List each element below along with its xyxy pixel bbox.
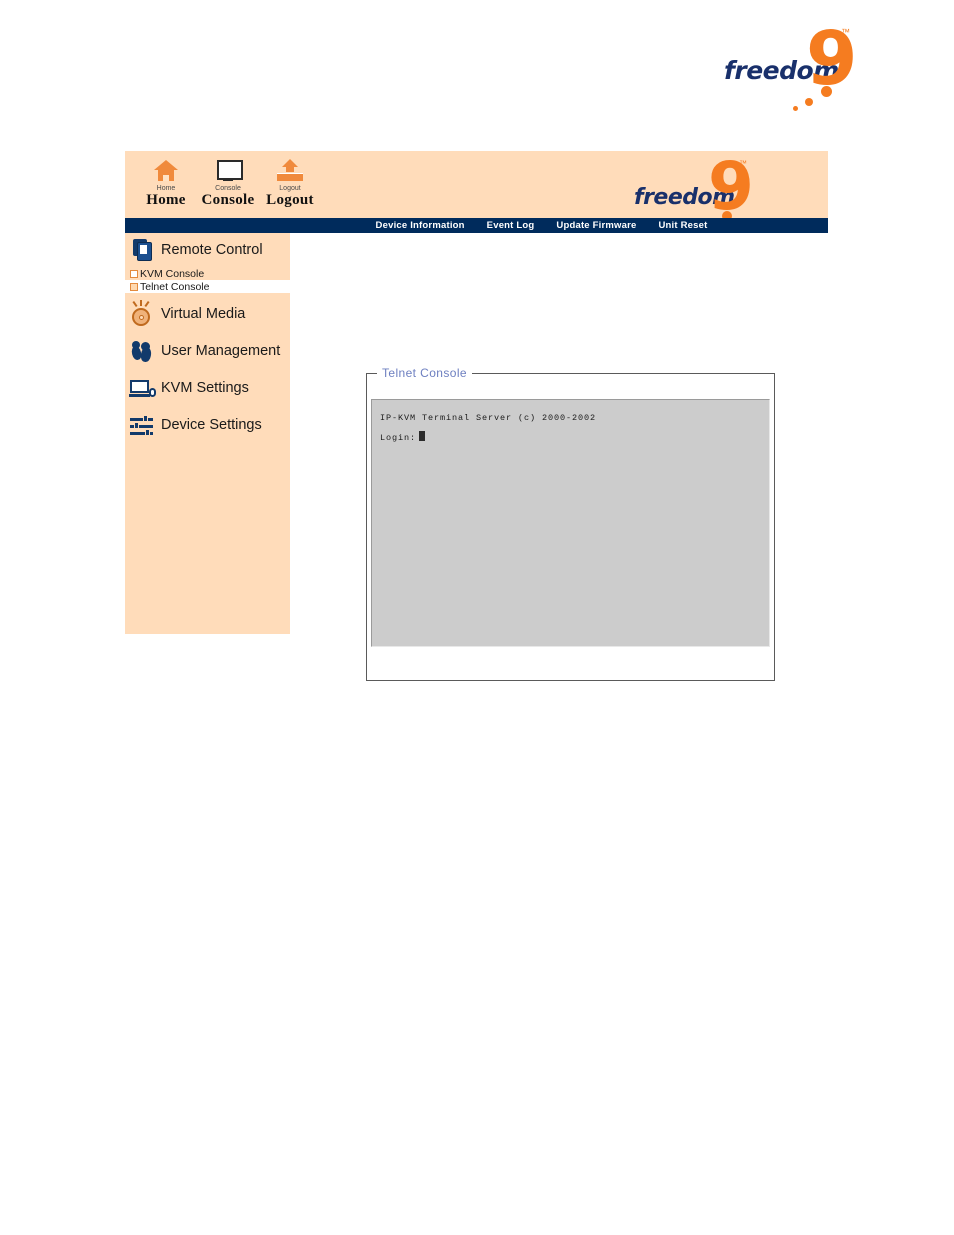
- sidebar-item-device-settings[interactable]: Device Settings: [125, 408, 290, 442]
- menu-item-update-firmware[interactable]: Update Firmware: [556, 220, 636, 231]
- sidebar-sublabel-kvm-console: KVM Console: [140, 267, 205, 280]
- app-brand-logo: freedom 9 ™: [632, 154, 754, 233]
- toolbar: Home Home Console Console Logout Logout: [135, 158, 321, 208]
- content-pane: Telnet Console IP-KVM Terminal Server (c…: [290, 233, 828, 681]
- toolbar-label-logout: Logout: [266, 192, 314, 208]
- toolbar-button-logout[interactable]: Logout Logout: [259, 158, 321, 208]
- brand-dot-small: [793, 106, 798, 111]
- logout-icon: Logout: [259, 158, 321, 192]
- menu-item-unit-reset[interactable]: Unit Reset: [658, 220, 707, 231]
- sidebar-item-virtual-media[interactable]: Virtual Media: [125, 297, 290, 331]
- terminal-prompt-text: Login:: [380, 433, 417, 443]
- brand-dot-large: [821, 86, 832, 97]
- menu-item-event-log[interactable]: Event Log: [487, 220, 535, 231]
- bullet-icon: [130, 282, 138, 291]
- telnet-console-panel: Telnet Console IP-KVM Terminal Server (c…: [366, 366, 775, 681]
- sidebar-item-kvm-settings[interactable]: KVM Settings: [125, 371, 290, 405]
- brand-dot-medium: [805, 98, 813, 106]
- page-brand-logo: freedom 9 ™: [722, 22, 858, 111]
- app-body: Remote Control KVM Console Telnet Consol…: [125, 233, 828, 681]
- toolbar-button-home[interactable]: Home Home: [135, 158, 197, 208]
- terminal-cursor: [419, 431, 426, 441]
- sidebar-item-user-management[interactable]: User Management: [125, 334, 290, 368]
- terminal-banner-line: IP-KVM Terminal Server (c) 2000-2002: [380, 413, 597, 423]
- toolbar-label-home: Home: [146, 192, 186, 208]
- toolbar-label-console: Console: [201, 192, 255, 208]
- sidebar-label-device-settings: Device Settings: [161, 417, 262, 433]
- home-icon-caption: Home: [156, 185, 176, 192]
- virtual-media-icon: [129, 300, 155, 327]
- top-menu-bar: Device Information Event Log Update Firm…: [125, 218, 828, 233]
- kvm-settings-icon: [129, 375, 156, 401]
- sidebar: Remote Control KVM Console Telnet Consol…: [125, 233, 290, 634]
- console-icon: Console: [197, 158, 259, 192]
- home-icon: Home: [135, 158, 197, 192]
- console-icon-caption: Console: [215, 185, 241, 192]
- sidebar-label-virtual-media: Virtual Media: [161, 306, 246, 322]
- sidebar-subitem-telnet-console[interactable]: Telnet Console: [125, 280, 290, 293]
- app-brand-trademark: ™: [739, 159, 747, 168]
- telnet-terminal-output[interactable]: IP-KVM Terminal Server (c) 2000-2002 Log…: [371, 399, 770, 647]
- brand-trademark: ™: [841, 27, 850, 37]
- logout-icon-caption: Logout: [279, 185, 301, 192]
- sidebar-label-user-management: User Management: [161, 343, 281, 359]
- application-window: Home Home Console Console Logout Logout …: [125, 151, 828, 681]
- app-header: Home Home Console Console Logout Logout …: [125, 151, 828, 233]
- sidebar-label-remote-control: Remote Control: [161, 242, 263, 258]
- panel-title: Telnet Console: [377, 366, 472, 380]
- sidebar-sublabel-telnet-console: Telnet Console: [140, 280, 210, 293]
- toolbar-button-console[interactable]: Console Console: [197, 158, 259, 208]
- sidebar-label-kvm-settings: KVM Settings: [161, 380, 249, 396]
- terminal-prompt-line: Login:: [380, 428, 769, 448]
- app-brand-numeral-9: 9: [708, 148, 754, 225]
- sidebar-item-remote-control[interactable]: Remote Control: [125, 233, 290, 267]
- device-settings-icon: [129, 412, 155, 438]
- bullet-icon: [130, 269, 138, 278]
- menu-item-device-information[interactable]: Device Information: [376, 220, 465, 231]
- sidebar-subitem-kvm-console[interactable]: KVM Console: [125, 267, 290, 280]
- remote-control-icon: [129, 237, 155, 263]
- user-management-icon: [129, 338, 155, 364]
